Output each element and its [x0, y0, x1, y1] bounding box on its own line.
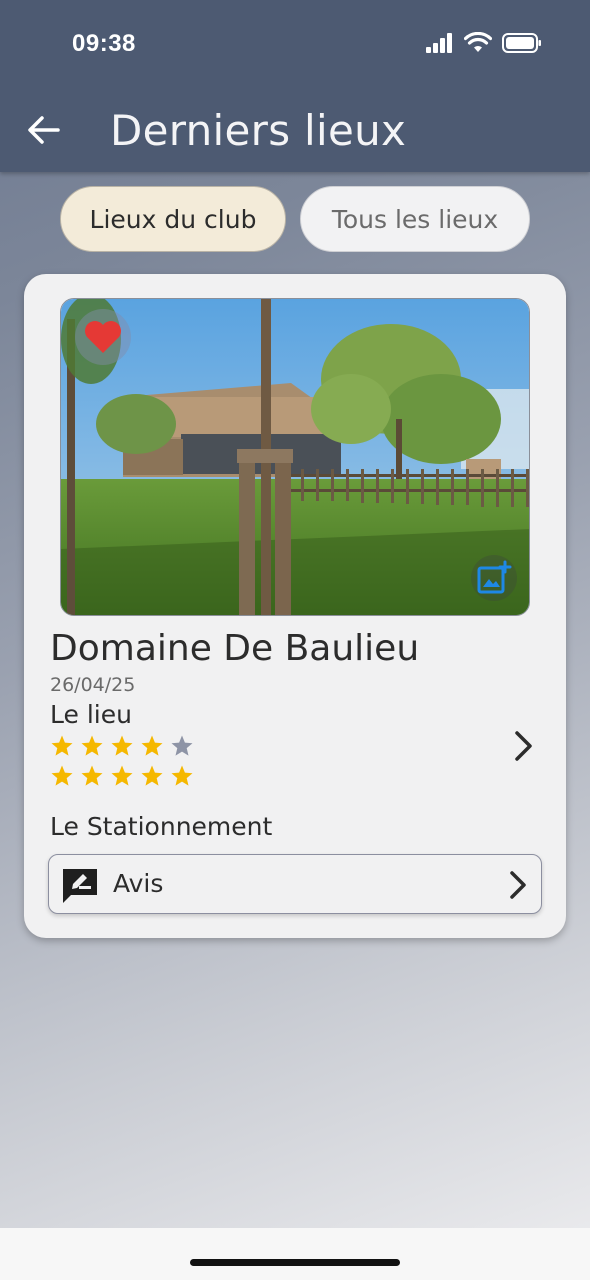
favorite-button[interactable]: [75, 309, 131, 365]
add-photo-button[interactable]: [471, 555, 517, 601]
home-indicator[interactable]: [190, 1259, 400, 1266]
chevron-right-icon: [515, 731, 532, 761]
heart-icon: [85, 321, 121, 353]
review-button[interactable]: Avis: [48, 854, 542, 914]
venue-name: Domaine De Baulieu: [50, 628, 420, 669]
battery-icon: [502, 33, 541, 53]
back-button[interactable]: [24, 110, 64, 150]
page-title: Derniers lieux: [110, 106, 407, 155]
app-bar: 09:38 Derniers lieux: [0, 0, 590, 172]
filter-tabs: Lieux du club Tous les lieux: [60, 186, 530, 252]
star-filled-icon: [111, 735, 133, 756]
venue-date: 26/04/25: [50, 674, 136, 696]
star-filled-icon: [141, 765, 163, 786]
star-empty-icon: [171, 735, 193, 756]
venue-photo[interactable]: [60, 298, 530, 616]
star-filled-icon: [51, 735, 73, 756]
parking-label: Le Stationnement: [50, 812, 273, 841]
star-filled-icon: [171, 765, 193, 786]
rating-stars-secondary: [50, 764, 194, 788]
venue-photo-image: [61, 299, 529, 615]
star-filled-icon: [51, 765, 73, 786]
arrow-left-icon: [28, 116, 60, 144]
tab-club-venues[interactable]: Lieux du club: [60, 186, 286, 252]
venue-card[interactable]: Domaine De Baulieu 26/04/25 Le lieu Le S…: [24, 274, 566, 938]
star-filled-icon: [141, 735, 163, 756]
star-filled-icon: [111, 765, 133, 786]
tab-all-venues[interactable]: Tous les lieux: [300, 186, 530, 252]
rate-review-icon: [63, 869, 97, 903]
rating-stars-venue: [50, 734, 194, 758]
signal-icon: [426, 33, 452, 53]
review-button-label: Avis: [113, 869, 164, 898]
chevron-right-icon: [510, 871, 526, 899]
add-photo-icon: [477, 560, 512, 594]
wifi-icon: [464, 32, 492, 52]
status-time: 09:38: [72, 30, 136, 57]
status-icons: [426, 32, 542, 54]
ratings-detail-button[interactable]: [512, 728, 536, 764]
rating-label-venue: Le lieu: [50, 700, 132, 729]
star-filled-icon: [81, 735, 103, 756]
star-filled-icon: [81, 765, 103, 786]
bottom-safe-area: [0, 1228, 590, 1280]
